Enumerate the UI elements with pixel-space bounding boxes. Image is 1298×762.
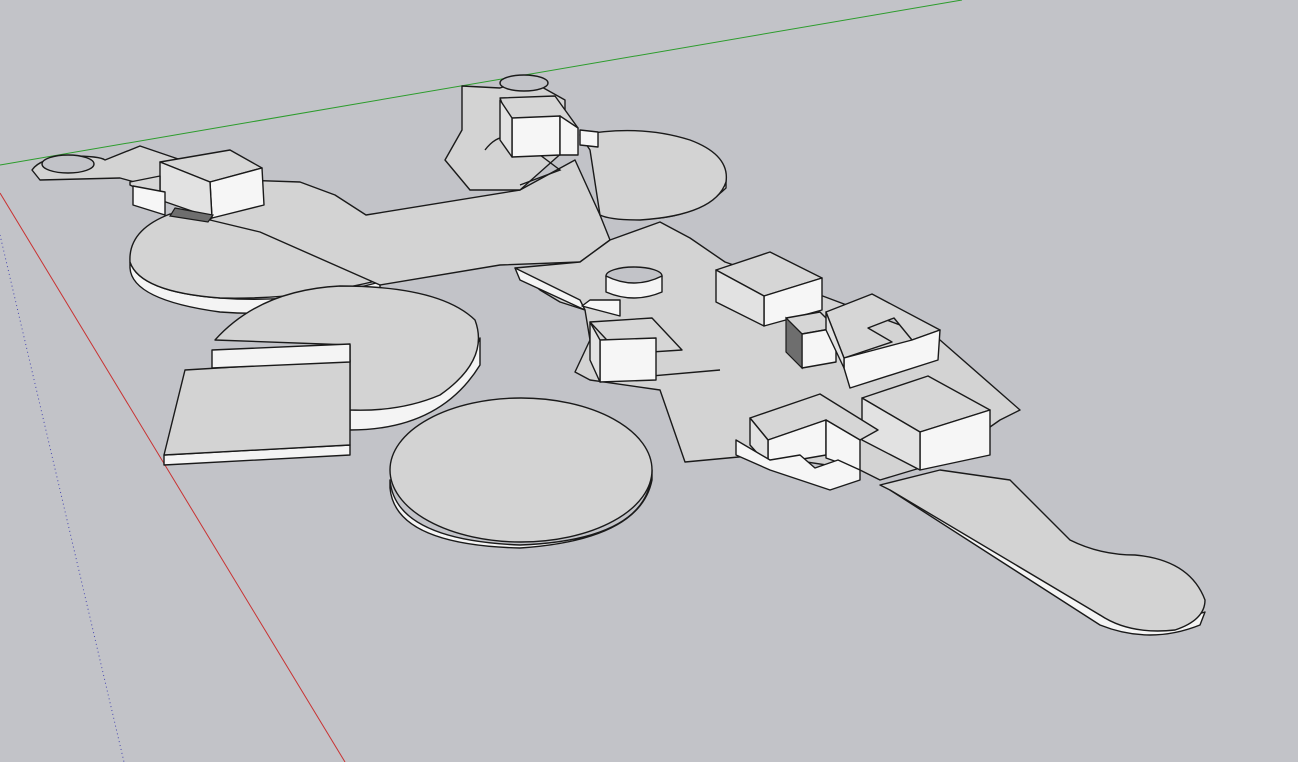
3d-viewport[interactable]	[0, 0, 1298, 762]
model-scene[interactable]	[0, 0, 1298, 762]
